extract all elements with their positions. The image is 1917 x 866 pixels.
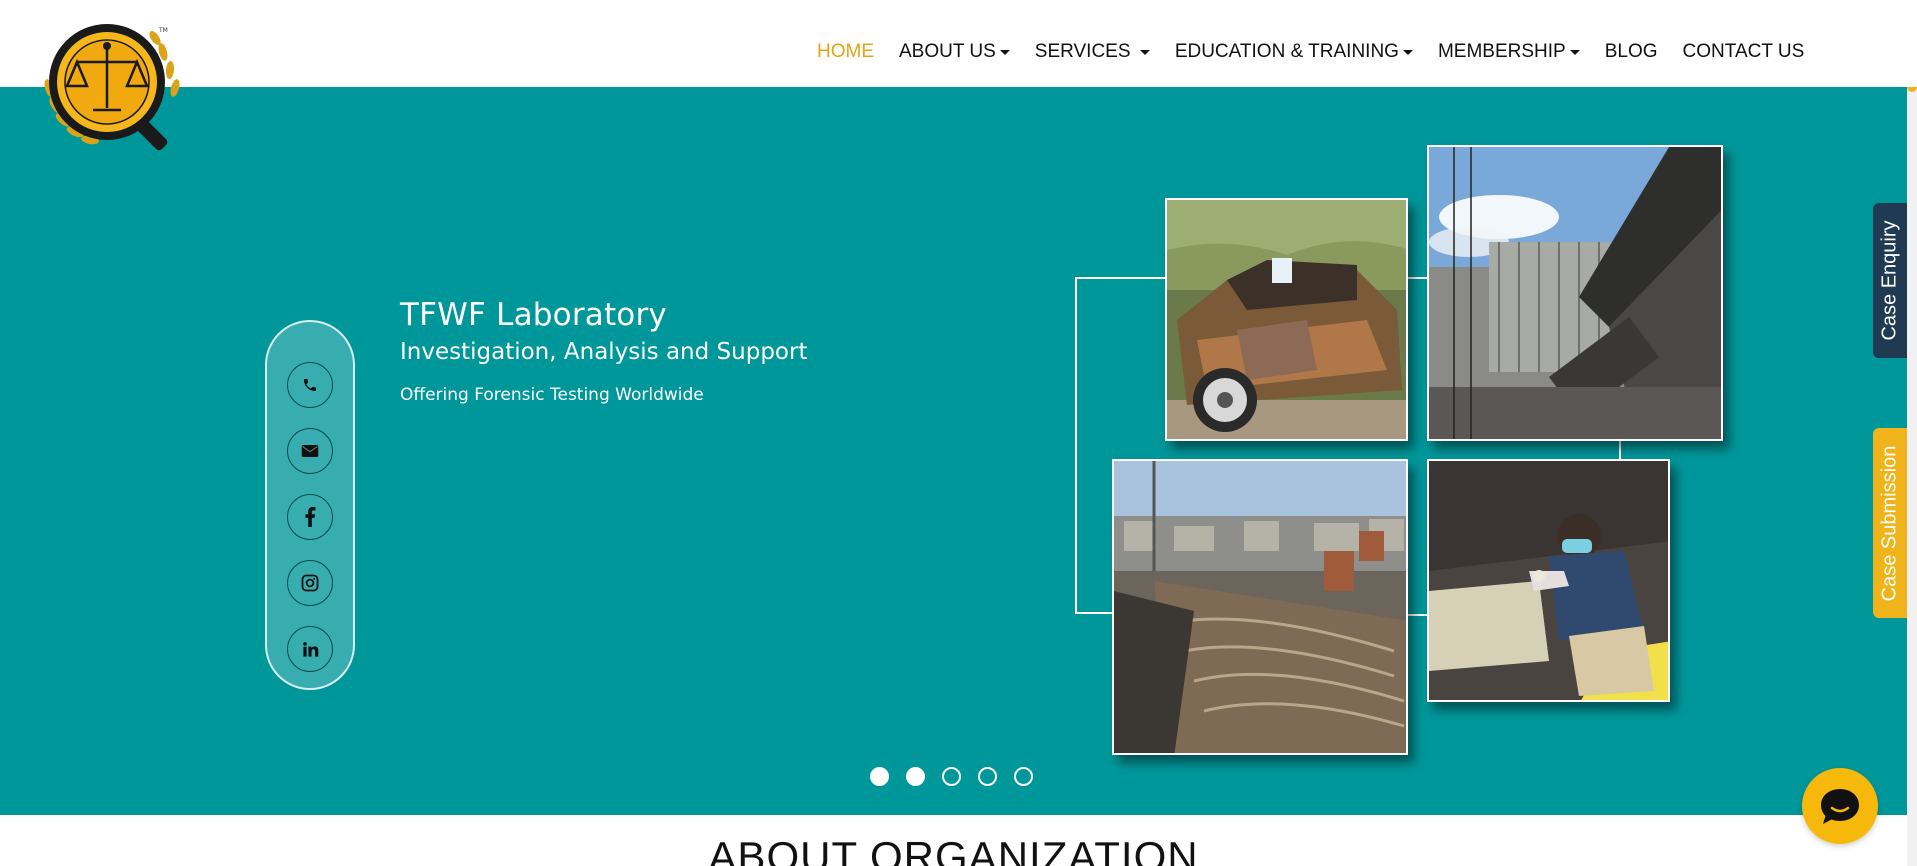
site-logo[interactable]: TM bbox=[35, 10, 190, 160]
email-button[interactable] bbox=[287, 428, 333, 474]
burnt-factory-interior-photo bbox=[1427, 145, 1723, 441]
slide-dot-4[interactable] bbox=[978, 767, 997, 786]
slide-dot-5[interactable] bbox=[1014, 767, 1033, 786]
envelope-icon bbox=[301, 445, 319, 457]
social-links-bar bbox=[265, 320, 355, 690]
svg-text:TM: TM bbox=[158, 27, 168, 34]
investigator-examining-photo bbox=[1427, 459, 1670, 702]
nav-blog[interactable]: BLOG bbox=[1605, 41, 1658, 63]
hero-text-block: TFWF Laboratory Investigation, Analysis … bbox=[400, 297, 807, 405]
instagram-icon bbox=[301, 574, 319, 592]
nav-home[interactable]: HOME bbox=[817, 41, 874, 63]
nav-education-training[interactable]: EDUCATION & TRAINING bbox=[1175, 41, 1413, 63]
hero-title: TFWF Laboratory bbox=[400, 297, 667, 333]
case-enquiry-tab[interactable]: Case Enquiry bbox=[1873, 203, 1907, 358]
linkedin-icon bbox=[302, 641, 318, 657]
instagram-button[interactable] bbox=[287, 560, 333, 606]
main-nav: HOME ABOUT US SERVICES EDUCATION & TRAIN… bbox=[817, 41, 1804, 63]
slide-dot-1[interactable] bbox=[870, 767, 889, 786]
chat-bubble-icon bbox=[1821, 789, 1859, 824]
caret-down-icon bbox=[999, 50, 1010, 55]
connector-line bbox=[1619, 440, 1621, 461]
slider-pagination bbox=[870, 767, 1050, 786]
caret-down-icon bbox=[1402, 50, 1413, 55]
slide-dot-3[interactable] bbox=[942, 767, 961, 786]
caret-down-icon bbox=[1569, 50, 1580, 55]
hero-tagline: Offering Forensic Testing Worldwide bbox=[400, 385, 704, 405]
burnt-car-photo bbox=[1165, 198, 1408, 441]
hero-subtitle: Investigation, Analysis and Support bbox=[400, 339, 808, 365]
site-header: HOME ABOUT US SERVICES EDUCATION & TRAIN… bbox=[0, 0, 1917, 87]
nav-contact-us[interactable]: CONTACT US bbox=[1683, 41, 1805, 63]
page-scrollbar[interactable] bbox=[1907, 0, 1917, 866]
burnt-rooftop-photo bbox=[1112, 459, 1408, 755]
chat-button[interactable] bbox=[1802, 768, 1878, 844]
nav-membership[interactable]: MEMBERSHIP bbox=[1438, 41, 1580, 63]
nav-about-us[interactable]: ABOUT US bbox=[899, 41, 1010, 63]
linkedin-button[interactable] bbox=[287, 626, 333, 672]
facebook-icon bbox=[305, 507, 316, 527]
hero-slider: TFWF Laboratory Investigation, Analysis … bbox=[0, 87, 1907, 815]
slide-dot-2[interactable] bbox=[906, 767, 925, 786]
connector-line bbox=[1405, 277, 1429, 279]
scales-of-justice-logo-icon: TM bbox=[44, 24, 180, 151]
facebook-button[interactable] bbox=[287, 494, 333, 540]
caret-down-icon bbox=[1139, 50, 1150, 55]
phone-icon bbox=[304, 379, 316, 391]
about-organization-heading: ABOUT ORGANIZATION bbox=[708, 833, 1199, 866]
nav-services[interactable]: SERVICES bbox=[1035, 41, 1150, 63]
phone-button[interactable] bbox=[287, 362, 333, 408]
case-submission-tab[interactable]: Case Submission bbox=[1873, 428, 1907, 618]
